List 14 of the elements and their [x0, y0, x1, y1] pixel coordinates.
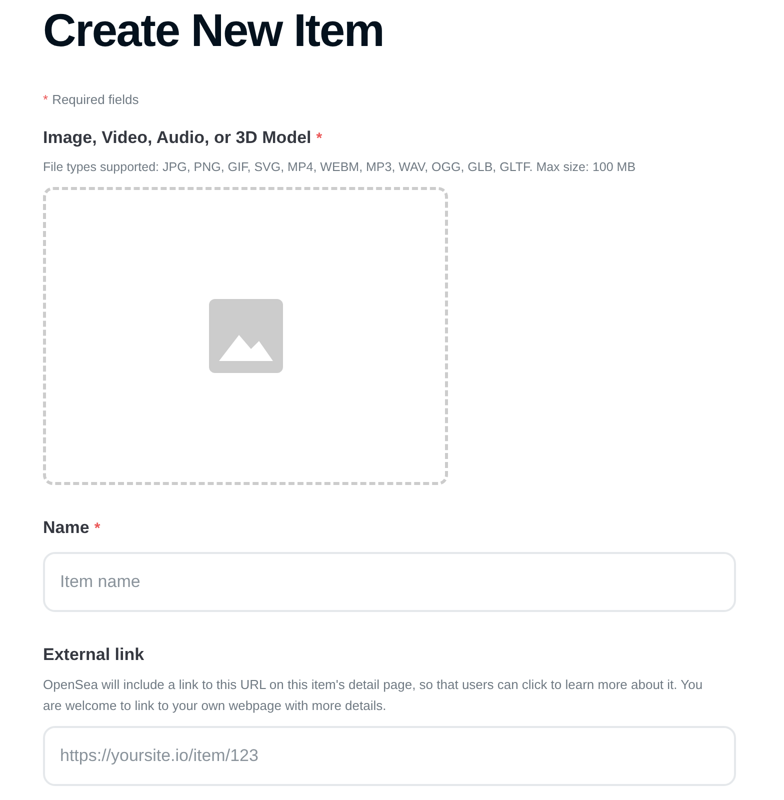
- field-label: External link: [43, 644, 144, 666]
- external-link-hint: OpenSea will include a link to this URL on this item's detail page, so that users can click to learn more about it. You are welcome to link to your own webpage with more details.: [43, 676, 704, 715]
- image-icon: [208, 298, 282, 373]
- field-label: Image, Video, Audio, or 3D Model: [43, 126, 312, 149]
- text-input-field[interactable]: https://yoursite.io/item/123: [43, 726, 736, 786]
- required-note: Required fields: [52, 91, 139, 109]
- required-mark: *: [43, 91, 48, 109]
- field-label: Name: [43, 516, 90, 539]
- upload-dropzone[interactable]: [43, 186, 448, 485]
- file-types-hint: File types supported: JPG, PNG, GIF, SVG, MP4, WEBM, MP3, WAV, OGG, GLB, GLTF. Max size: 100 MB: [43, 159, 637, 176]
- required-mark: *: [94, 518, 100, 539]
- page-title: Create New Item: [43, 3, 385, 58]
- required-mark: *: [316, 128, 322, 148]
- text-input-field[interactable]: Item name: [43, 552, 736, 612]
